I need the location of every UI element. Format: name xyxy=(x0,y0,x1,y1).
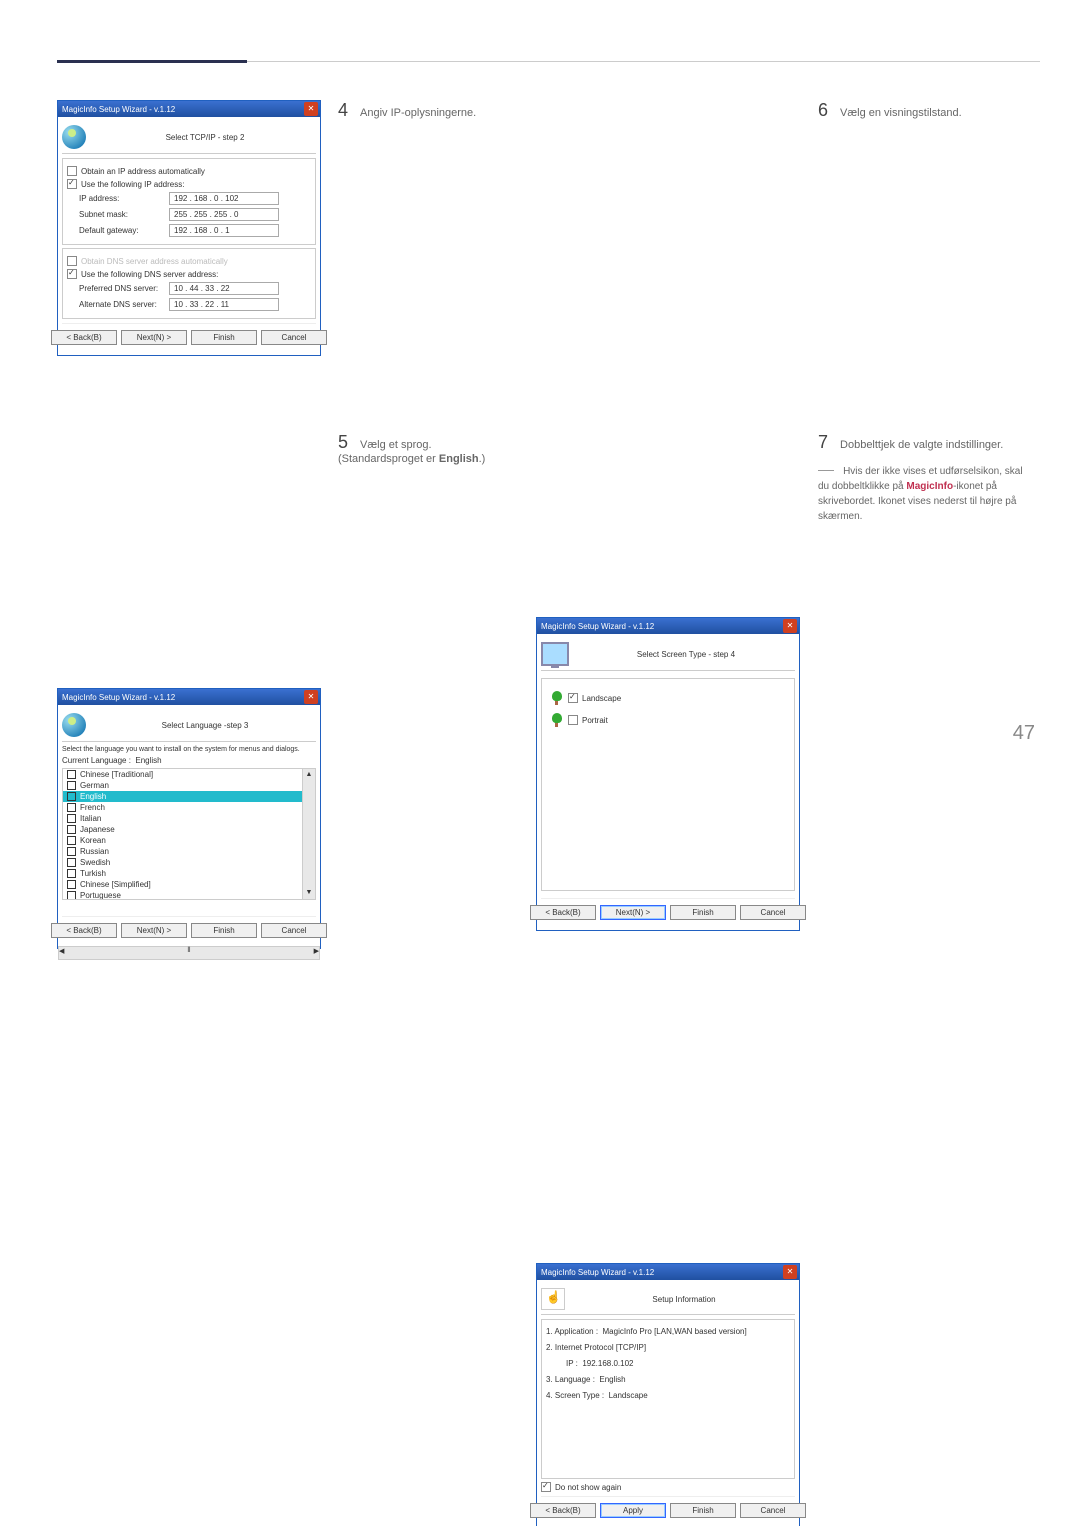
lang-item[interactable]: German xyxy=(63,780,315,791)
lang-item[interactable]: Turkish xyxy=(63,868,315,879)
panel-title: Select TCP/IP - step 2 xyxy=(94,133,316,142)
close-icon[interactable]: ✕ xyxy=(783,619,797,633)
h-scrollbar[interactable]: ◀⫴▶ xyxy=(58,946,320,960)
lang-item[interactable]: Portuguese xyxy=(63,890,315,900)
cancel-button[interactable]: Cancel xyxy=(261,923,327,938)
lang-item[interactable]: French xyxy=(63,802,315,813)
lang-item[interactable]: Swedish xyxy=(63,857,315,868)
dash-icon xyxy=(818,464,834,471)
tree-icon xyxy=(550,691,564,705)
checkbox-auto-ip[interactable] xyxy=(67,166,77,176)
header-accent xyxy=(57,60,247,63)
checkbox-use-ip[interactable] xyxy=(67,179,77,189)
checkbox-portrait[interactable] xyxy=(568,715,578,725)
titlebar[interactable]: MagicInfo Setup Wizard - v.1.12✕ xyxy=(537,1264,799,1280)
checkbox-auto-dns xyxy=(67,256,77,266)
cancel-button[interactable]: Cancel xyxy=(740,905,806,920)
page-number: 47 xyxy=(1013,722,1035,745)
step-7-note: Hvis der ikke vises et udførselsikon, sk… xyxy=(818,464,1028,524)
close-icon[interactable]: ✕ xyxy=(304,102,318,116)
lang-item[interactable]: Chinese [Simplified] xyxy=(63,879,315,890)
back-button[interactable]: < Back(B) xyxy=(51,330,117,345)
wizard-setupinfo: MagicInfo Setup Wizard - v.1.12✕ Setup I… xyxy=(536,1263,800,1526)
scrollbar[interactable]: ▲▼ xyxy=(302,769,315,899)
titlebar[interactable]: MagicInfo Setup Wizard - v.1.12✕ xyxy=(58,689,320,705)
globe-icon xyxy=(62,125,86,149)
checkbox-landscape[interactable] xyxy=(568,693,578,703)
finish-button[interactable]: Finish xyxy=(191,330,257,345)
lang-item[interactable]: Russian xyxy=(63,846,315,857)
lang-item[interactable]: Japanese xyxy=(63,824,315,835)
next-button[interactable]: Next(N) > xyxy=(600,905,666,920)
subnet-input[interactable]: 255 . 255 . 255 . 0 xyxy=(169,208,279,221)
cancel-button[interactable]: Cancel xyxy=(740,1503,806,1518)
back-button[interactable]: < Back(B) xyxy=(51,923,117,938)
checkbox-dontshow[interactable] xyxy=(541,1482,551,1492)
cancel-button[interactable]: Cancel xyxy=(261,330,327,345)
hand-icon xyxy=(541,1288,565,1310)
wizard-language: MagicInfo Setup Wizard - v.1.12✕ Select … xyxy=(57,688,321,949)
lang-item[interactable]: English xyxy=(63,791,315,802)
finish-button[interactable]: Finish xyxy=(191,923,257,938)
step-6-num: 6 xyxy=(818,100,828,120)
lang-item[interactable]: Korean xyxy=(63,835,315,846)
checkbox-use-dns[interactable] xyxy=(67,269,77,279)
apply-button[interactable]: Apply xyxy=(600,1503,666,1518)
step-7-num: 7 xyxy=(818,432,828,452)
header-rule xyxy=(247,61,1040,62)
panel-title: Setup Information xyxy=(573,1295,795,1304)
next-button[interactable]: Next(N) > xyxy=(121,923,187,938)
panel-title: Select Screen Type - step 4 xyxy=(577,650,795,659)
monitor-icon xyxy=(541,642,569,666)
pref-dns-input[interactable]: 10 . 44 . 33 . 22 xyxy=(169,282,279,295)
lang-desc: Select the language you want to install … xyxy=(62,746,316,753)
step-5-num: 5 xyxy=(338,432,348,452)
ip-input[interactable]: 192 . 168 . 0 . 102 xyxy=(169,192,279,205)
finish-button[interactable]: Finish xyxy=(670,1503,736,1518)
lang-item[interactable]: Chinese [Traditional] xyxy=(63,769,315,780)
titlebar[interactable]: MagicInfo Setup Wizard - v.1.12✕ xyxy=(537,618,799,634)
lang-item[interactable]: Italian xyxy=(63,813,315,824)
wizard-screentype: MagicInfo Setup Wizard - v.1.12✕ Select … xyxy=(536,617,800,931)
step-5-instruction: 5Vælg et sprog. (Standardsproget er Engl… xyxy=(338,432,518,465)
step-7-instruction: 7Dobbelttjek de valgte indstillinger. xyxy=(818,432,1038,453)
step-4-instruction: 4Angiv IP-oplysningerne. xyxy=(338,100,518,121)
next-button[interactable]: Next(N) > xyxy=(121,330,187,345)
wizard-tcpip: MagicInfo Setup Wizard - v.1.12✕ Select … xyxy=(57,100,321,356)
panel-title: Select Language -step 3 xyxy=(94,721,316,730)
finish-button[interactable]: Finish xyxy=(670,905,736,920)
close-icon[interactable]: ✕ xyxy=(783,1265,797,1279)
titlebar[interactable]: MagicInfo Setup Wizard - v.1.12✕ xyxy=(58,101,320,117)
close-icon[interactable]: ✕ xyxy=(304,690,318,704)
step-4-num: 4 xyxy=(338,100,348,120)
globe-icon xyxy=(62,713,86,737)
tree-icon xyxy=(550,713,564,727)
gateway-input[interactable]: 192 . 168 . 0 . 1 xyxy=(169,224,279,237)
back-button[interactable]: < Back(B) xyxy=(530,905,596,920)
language-list[interactable]: Chinese [Traditional]GermanEnglishFrench… xyxy=(62,768,316,900)
alt-dns-input[interactable]: 10 . 33 . 22 . 11 xyxy=(169,298,279,311)
step-6-instruction: 6Vælg en visningstilstand. xyxy=(818,100,1018,121)
back-button[interactable]: < Back(B) xyxy=(530,1503,596,1518)
